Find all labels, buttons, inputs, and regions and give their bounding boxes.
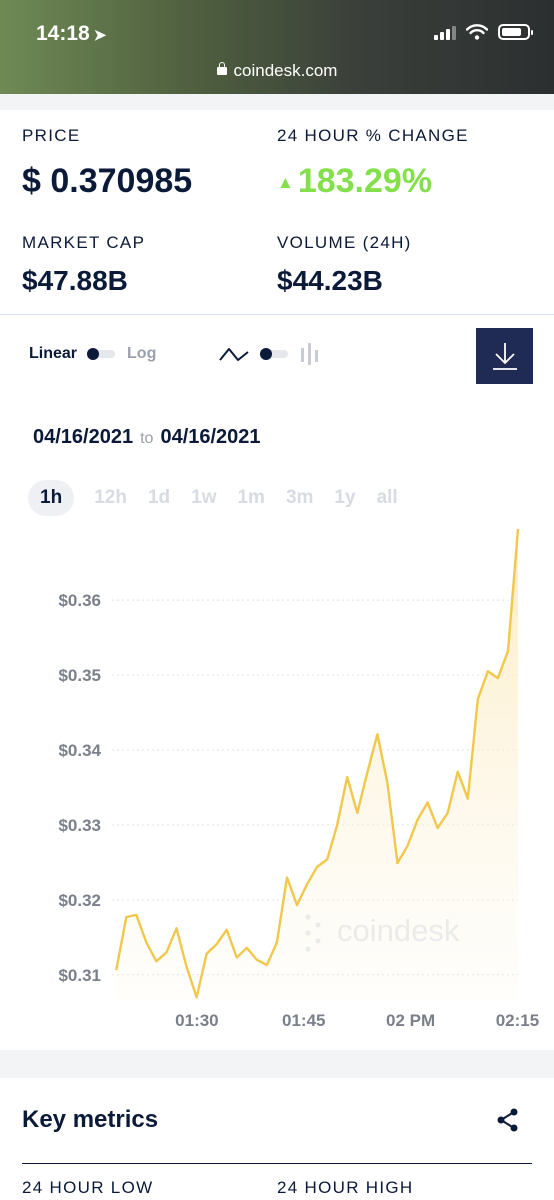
y-tick-label: $0.34: [58, 741, 101, 760]
y-tick-label: $0.33: [58, 816, 101, 835]
range-1m[interactable]: 1m: [237, 487, 264, 509]
stats-divider: [0, 314, 554, 315]
key-metrics-title: Key metrics: [22, 1106, 159, 1133]
x-tick-label: 02:15: [496, 1011, 539, 1030]
wifi-icon: [466, 24, 488, 40]
x-tick-label: 01:30: [175, 1011, 218, 1030]
change-label: 24 HOUR % CHANGE: [277, 126, 469, 145]
market-cap-value: $47.88B: [22, 265, 128, 296]
system-icons: [434, 24, 533, 40]
battery-icon: [498, 24, 533, 40]
range-12h[interactable]: 12h: [94, 487, 127, 509]
change-value: 183.29%: [297, 162, 433, 200]
chart-type-switch[interactable]: [260, 348, 288, 360]
range-all[interactable]: all: [377, 487, 398, 509]
chart-type-toggle[interactable]: [218, 342, 320, 366]
y-tick-label: $0.32: [58, 891, 101, 910]
time-range-selector: 1h 12h 1d 1w 1m 3m 1y all: [28, 480, 419, 516]
x-tick-label: 02 PM: [386, 1011, 435, 1030]
location-arrow-icon: ➤: [93, 27, 107, 44]
scale-toggle[interactable]: Linear Log: [29, 345, 156, 363]
range-1h[interactable]: 1h: [28, 480, 75, 516]
lock-icon: [216, 62, 227, 75]
range-1d[interactable]: 1d: [148, 487, 170, 509]
price-label: PRICE: [22, 126, 81, 145]
line-chart-icon[interactable]: [218, 344, 250, 364]
date-to[interactable]: 04/16/2021: [160, 426, 260, 448]
section-separator-band: [0, 1050, 554, 1078]
candlestick-icon[interactable]: [300, 342, 320, 366]
market-cap-label: MARKET CAP: [22, 233, 146, 252]
y-tick-label: $0.35: [58, 666, 101, 685]
y-tick-label: $0.31: [58, 966, 101, 985]
status-time-text: 14:18: [36, 22, 90, 45]
share-icon[interactable]: [497, 1108, 519, 1132]
volume-label: VOLUME (24H): [277, 233, 412, 252]
x-axis-labels: 01:30 01:45 02 PM 02:15: [175, 1011, 539, 1030]
scale-switch[interactable]: [87, 348, 116, 360]
linear-label: Linear: [29, 345, 78, 362]
download-button[interactable]: [476, 328, 533, 384]
date-from[interactable]: 04/16/2021: [33, 426, 133, 448]
price-value: $ 0.370985: [22, 162, 193, 200]
cellular-signal-icon: [434, 24, 456, 40]
top-separator-band: [0, 94, 554, 110]
price-chart[interactable]: coindesk $0.31$0.32$0.33$0.34$0.35$0.36 …: [0, 515, 554, 1035]
low-24h-label: 24 HOUR LOW: [22, 1178, 154, 1197]
y-tick-label: $0.36: [58, 591, 101, 610]
y-axis-labels: $0.31 $0.32 $0.33 $0.34 $0.35 $0.36: [58, 591, 101, 985]
up-triangle-icon: ▲: [277, 173, 294, 192]
range-1y[interactable]: 1y: [334, 487, 355, 509]
key-metrics-divider: [22, 1163, 532, 1164]
change-value-wrap: ▲ 183.29%: [277, 162, 432, 201]
high-24h-label: 24 HOUR HIGH: [277, 1178, 414, 1197]
range-1w[interactable]: 1w: [191, 487, 216, 509]
browser-status-bar: 14:18 ➤ coindesk.com: [0, 0, 554, 94]
download-icon: [492, 343, 517, 370]
url-text: coindesk.com: [233, 61, 338, 80]
status-time: 14:18 ➤: [36, 22, 106, 46]
range-3m[interactable]: 3m: [286, 487, 313, 509]
date-range[interactable]: 04/16/2021 to 04/16/2021: [33, 426, 261, 449]
x-tick-label: 01:45: [282, 1011, 325, 1030]
address-bar[interactable]: coindesk.com: [0, 61, 554, 81]
log-label: Log: [127, 345, 157, 362]
volume-value: $44.23B: [277, 265, 383, 296]
date-to-separator: to: [140, 430, 154, 447]
